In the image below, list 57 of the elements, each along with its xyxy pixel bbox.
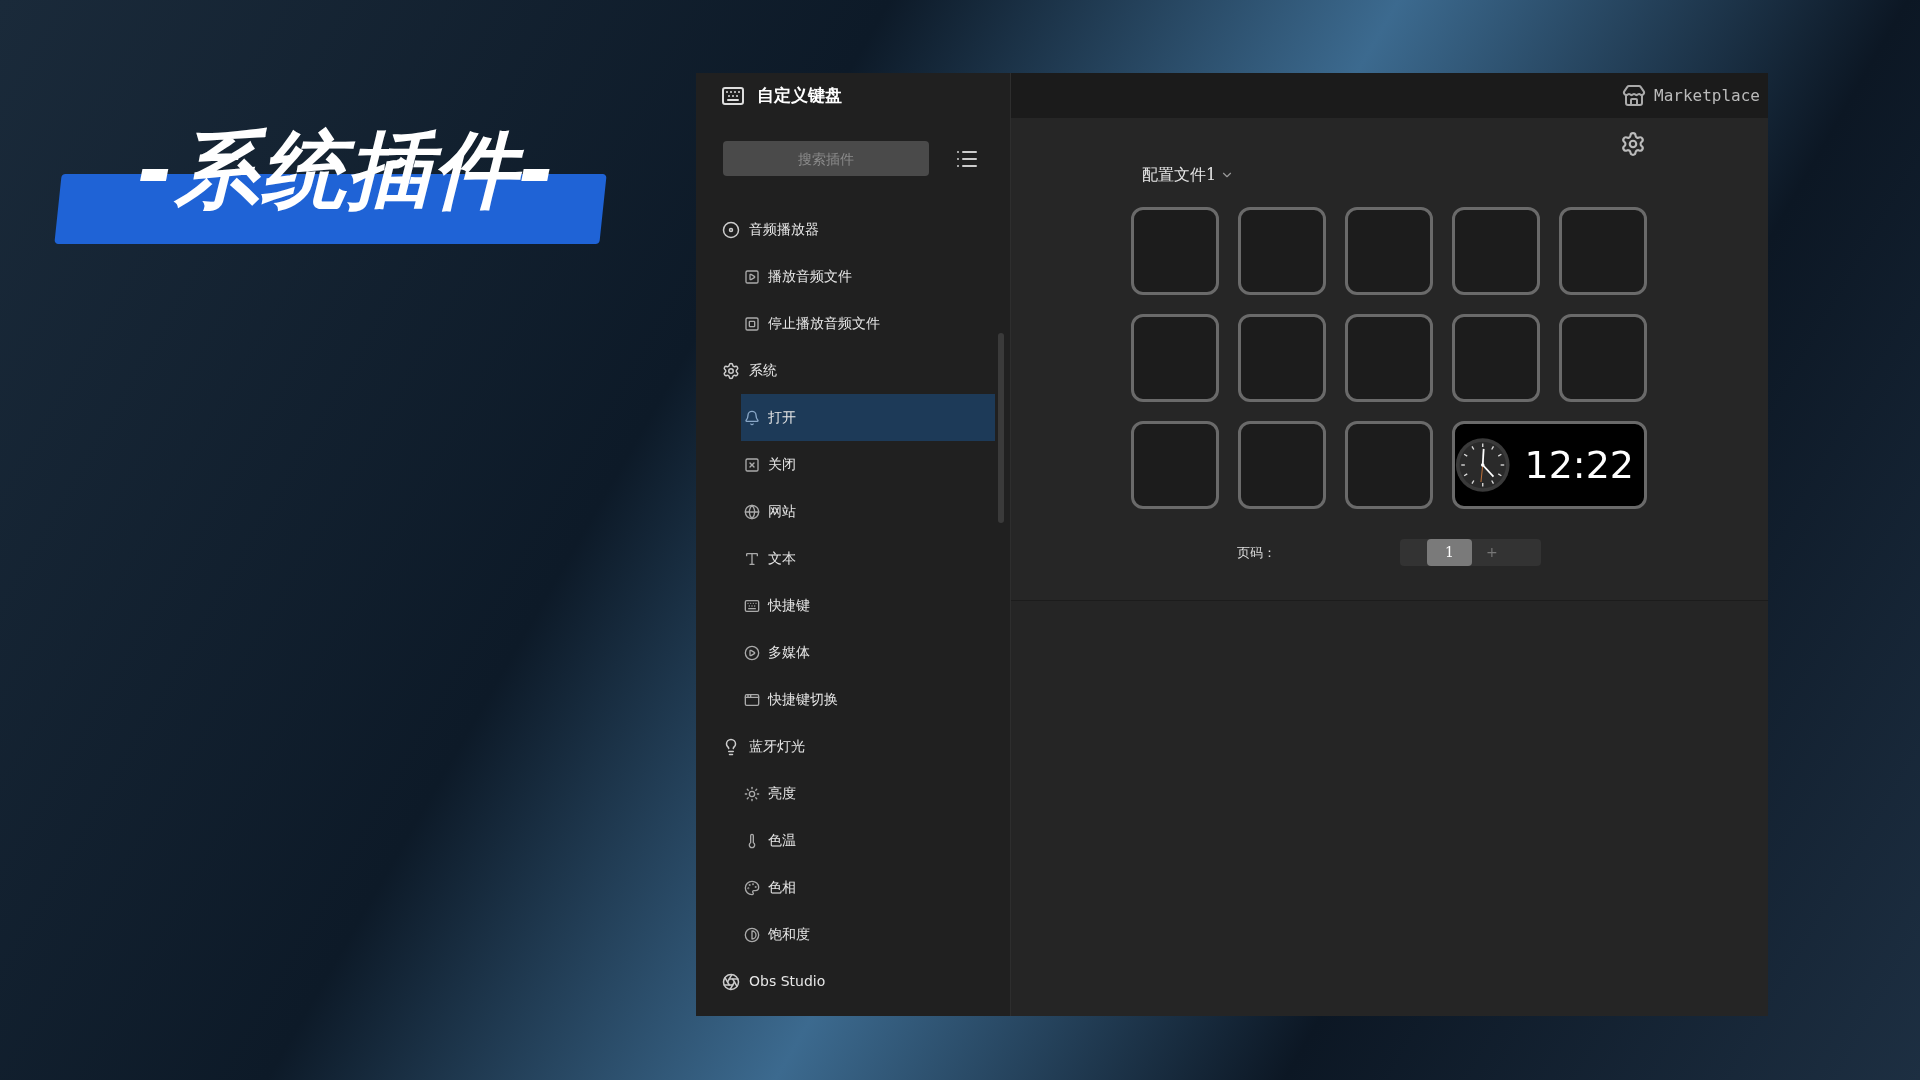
plugin-item[interactable]: 亮度	[741, 770, 995, 817]
half-circle-icon	[744, 926, 760, 943]
window-icon	[744, 691, 760, 708]
plugin-item[interactable]: 快捷键	[741, 582, 995, 629]
globe-icon	[744, 503, 760, 520]
bell-icon	[744, 409, 760, 426]
key-tile[interactable]	[1452, 314, 1540, 402]
app-title: 自定义键盘	[757, 84, 842, 108]
plugin-item[interactable]: 快捷键切换	[741, 676, 995, 723]
play-square-icon	[744, 268, 760, 285]
group-label[interactable]: 蓝牙灯光	[749, 736, 805, 757]
key-tile[interactable]	[1238, 421, 1326, 509]
key-tile[interactable]	[1345, 207, 1433, 295]
page-button[interactable]: 1	[1427, 539, 1472, 566]
plugin-item[interactable]: 停止播放音频文件	[741, 300, 995, 347]
marketplace-link[interactable]: Marketplace	[1654, 83, 1760, 108]
key-tile[interactable]	[1345, 314, 1433, 402]
disc-icon	[722, 220, 740, 239]
plugin-item[interactable]: 多媒体	[741, 629, 995, 676]
key-tile[interactable]	[1345, 421, 1433, 509]
aperture-icon	[722, 972, 740, 991]
plugin-item[interactable]: 播放音频文件	[741, 253, 995, 300]
plugin-item[interactable]: 色相	[741, 864, 995, 911]
plugin-item[interactable]: 网站	[741, 488, 995, 535]
play-circle-icon	[744, 644, 760, 661]
key-tile[interactable]	[1559, 207, 1647, 295]
page-label: 页码：	[1237, 543, 1277, 562]
plugin-item[interactable]: 打开	[741, 394, 995, 441]
key-tile[interactable]	[1131, 421, 1219, 509]
search-field[interactable]: 搜索插件	[723, 141, 929, 176]
key-tile[interactable]	[1238, 314, 1326, 402]
text-icon	[744, 550, 760, 567]
palette-icon	[744, 879, 760, 896]
settings-icon[interactable]	[1620, 131, 1646, 157]
sun-icon	[744, 785, 760, 802]
profile-dropdown[interactable]: 配置文件1	[1142, 163, 1235, 187]
stop-square-icon	[744, 315, 760, 332]
plugin-item[interactable]: 饱和度	[741, 911, 995, 958]
clock-tile[interactable]: 12:22	[1452, 421, 1647, 509]
plugin-item[interactable]: 关闭	[741, 441, 995, 488]
plugin-item[interactable]: 文本	[741, 535, 995, 582]
plugin-item[interactable]: 色温	[741, 817, 995, 864]
key-tile[interactable]	[1452, 207, 1540, 295]
clock-time: 12:22	[1524, 441, 1634, 489]
group-label[interactable]: 音频播放器	[749, 219, 819, 240]
group-label[interactable]: Obs Studio	[749, 971, 826, 992]
scrollbar[interactable]	[998, 333, 1004, 523]
store-icon[interactable]	[1622, 83, 1647, 108]
key-tile[interactable]	[1238, 207, 1326, 295]
key-tile[interactable]	[1131, 314, 1219, 402]
group-label[interactable]: 系统	[749, 360, 777, 381]
keyboard-icon	[721, 84, 745, 108]
close-square-icon	[744, 456, 760, 473]
key-tile[interactable]	[1559, 314, 1647, 402]
keyboard-icon	[744, 597, 760, 614]
key-tile[interactable]	[1131, 207, 1219, 295]
gear-icon	[722, 361, 740, 380]
